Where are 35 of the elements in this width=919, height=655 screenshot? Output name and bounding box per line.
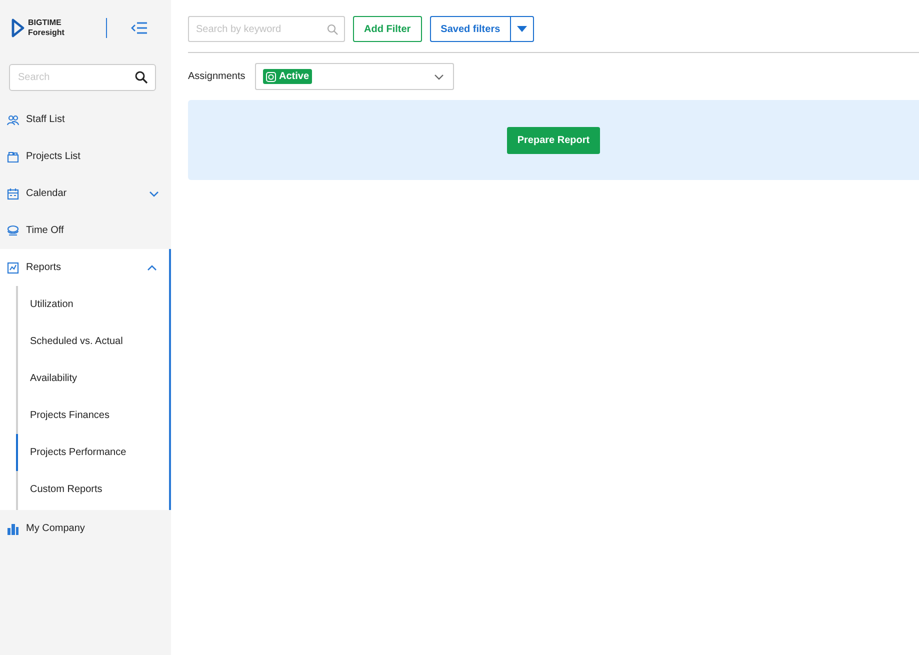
keyword-search-field[interactable]: Search by keyword [188, 16, 345, 42]
nav-subitem[interactable]: Availability [16, 360, 169, 397]
nav-item[interactable]: My Company [0, 510, 171, 547]
status-chip: Active [263, 69, 312, 84]
filter-label: Assignments [188, 71, 246, 82]
logo-icon [11, 18, 25, 38]
nav-subitem[interactable]: Scheduled vs. Actual [16, 323, 169, 360]
saved-filters-dropdown-button[interactable] [510, 16, 534, 42]
collapse-menu-icon[interactable] [131, 22, 148, 34]
coins-icon [7, 224, 19, 236]
search-field[interactable]: Search [9, 64, 156, 91]
logo-text: BIGTIME [28, 18, 62, 28]
nav-subitem[interactable]: Projects Finances [16, 397, 169, 434]
nav-item[interactable]: Staff List [0, 101, 171, 138]
nav-item[interactable]: Calendar [0, 175, 171, 212]
caret-down-icon [517, 26, 528, 32]
report-icon [7, 262, 19, 274]
logo-subtext: Foresight [28, 28, 64, 38]
chevron-up-icon [147, 264, 157, 270]
saved-filters-button[interactable]: Saved filters [430, 16, 510, 42]
chevron-down-icon [149, 190, 159, 196]
chevron-down-icon [434, 74, 444, 80]
nav-subitem[interactable]: Custom Reports [16, 471, 169, 508]
search-icon [327, 24, 338, 35]
search-icon[interactable] [135, 71, 148, 84]
folder-icon [7, 150, 19, 162]
nav-subitem[interactable]: Projects Performance [16, 434, 169, 471]
nav-item[interactable]: Reports [0, 249, 169, 286]
people-icon [7, 114, 19, 126]
calendar-icon [7, 188, 19, 200]
building-icon [7, 522, 19, 534]
status-icon [266, 72, 276, 82]
nav-item[interactable]: Projects List [0, 138, 171, 175]
nav-subitem[interactable]: Utilization [16, 286, 169, 323]
nav-item[interactable]: Time Off [0, 212, 171, 249]
